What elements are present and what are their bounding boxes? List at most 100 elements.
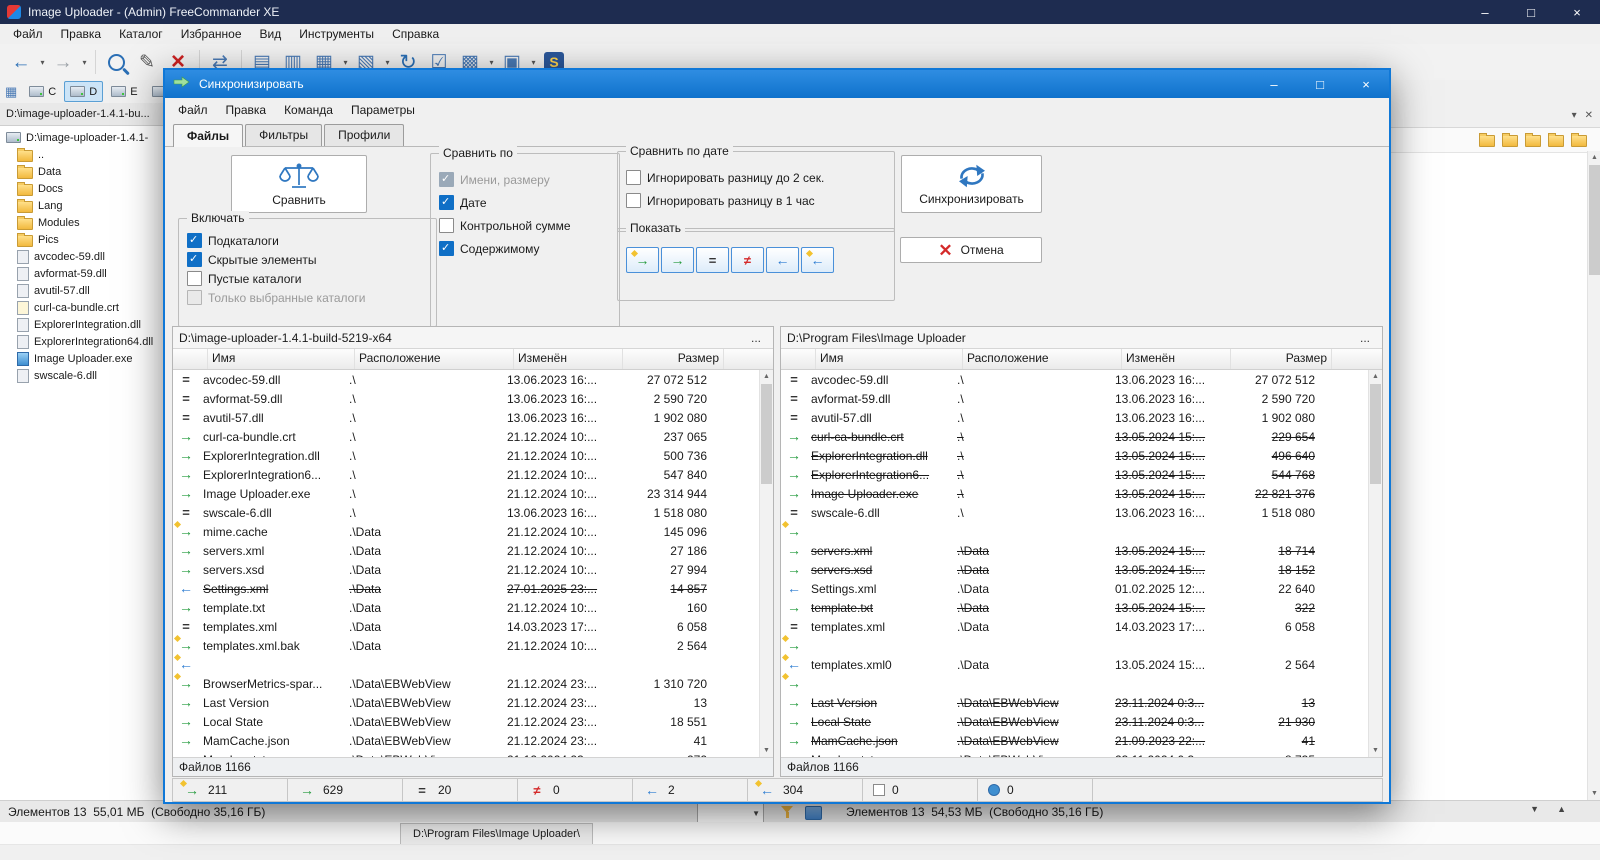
file-row[interactable]: → template.txt .\Data 21.12.2024 10:... 160 — [173, 598, 773, 617]
file-row[interactable]: → — [781, 634, 1382, 655]
show-left-button[interactable]: ← — [766, 247, 799, 273]
compare-by-checkbox-1[interactable] — [439, 195, 454, 210]
scroll-up-icon[interactable]: ▲ — [1369, 370, 1382, 383]
column-header-3[interactable]: Размер — [1231, 349, 1332, 369]
file-row[interactable]: = avcodec-59.dll .\ 13.06.2023 16:... 27 072… — [173, 370, 773, 389]
maximize-icon[interactable]: □ — [1508, 0, 1554, 24]
tree-item-Modules[interactable]: Modules — [0, 214, 163, 231]
toolbar-dropdown-icon[interactable]: ▾ — [382, 58, 393, 67]
browse-button[interactable]: ... — [1354, 331, 1376, 345]
favorite-folder-icon[interactable] — [1525, 133, 1541, 147]
file-row[interactable]: ← — [173, 653, 773, 674]
file-row[interactable]: → servers.xml .\Data 21.12.2024 10:... 27 18… — [173, 541, 773, 560]
file-row[interactable]: → servers.xml .\Data 13.05.2024 15:... 18 71… — [781, 541, 1382, 560]
file-row[interactable]: → Image Uploader.exe .\ 13.05.2024 15:... 22… — [781, 484, 1382, 503]
tree-item-swscale-6.dll[interactable]: swscale-6.dll — [0, 367, 163, 384]
scroll-thumb[interactable] — [1589, 165, 1600, 275]
show-left-new-button[interactable]: ← — [801, 247, 834, 273]
file-row[interactable]: → servers.xsd .\Data 21.12.2024 10:... 27 99… — [173, 560, 773, 579]
tree-item-ExplorerIntegration.dll[interactable]: ExplorerIntegration.dll — [0, 316, 163, 333]
tree-item-Lang[interactable]: Lang — [0, 197, 163, 214]
compare-by-checkbox-0[interactable] — [439, 172, 454, 187]
file-row[interactable]: → MamCache.json .\Data\EBWebView 21.09.2023… — [781, 731, 1382, 750]
tab-Фильтры[interactable]: Фильтры — [245, 124, 323, 146]
tree-item-avformat-59.dll[interactable]: avformat-59.dll — [0, 265, 163, 282]
scroll-down-icon[interactable]: ▼ — [760, 744, 773, 757]
toolbar-dropdown-icon[interactable]: ▾ — [37, 58, 48, 67]
show-right-button[interactable]: → — [661, 247, 694, 273]
right-pane-scrollbar[interactable]: ▲ ▼ — [1587, 151, 1600, 800]
panel-scrollbar[interactable]: ▲ ▼ — [759, 370, 773, 757]
file-row[interactable]: = swscale-6.dll .\ 13.06.2023 16:... 1 518 0… — [173, 503, 773, 522]
include-checkbox-0[interactable] — [187, 233, 202, 248]
toolbar-dropdown-icon[interactable]: ▾ — [340, 58, 351, 67]
file-row[interactable]: → Last Version .\Data\EBWebView 21.12.2024 … — [173, 693, 773, 712]
main-menu-item-4[interactable]: Вид — [251, 25, 291, 43]
drive-grid-icon[interactable]: ▦ — [5, 84, 17, 100]
compare-by-checkbox-3[interactable] — [439, 241, 454, 256]
include-checkbox-2[interactable] — [187, 271, 202, 286]
column-header-1[interactable]: Расположение — [355, 349, 514, 369]
synchronize-button[interactable]: Синхронизировать — [901, 155, 1042, 213]
dialog-minimize-icon[interactable]: – — [1251, 70, 1297, 98]
main-menu-item-6[interactable]: Справка — [383, 25, 448, 43]
toolbar-forward-icon[interactable]: → — [48, 47, 78, 77]
file-row[interactable]: = templates.xml .\Data 14.03.2023 17:... 6 0… — [173, 617, 773, 636]
cancel-button[interactable]: ✕ Отмена — [900, 237, 1042, 263]
show-not-equal-button[interactable]: ≠ — [731, 247, 764, 273]
file-row[interactable]: ← templates.xml0 .\Data 13.05.2024 15:... 2 … — [781, 653, 1382, 674]
file-row[interactable]: → Local State .\Data\EBWebView 23.11.2024 0… — [781, 712, 1382, 731]
compare-by-checkbox-2[interactable] — [439, 218, 454, 233]
file-row[interactable]: = avformat-59.dll .\ 13.06.2023 16:... 2 590… — [173, 389, 773, 408]
file-row[interactable]: → ExplorerIntegration.dll .\ 21.12.2024 10:… — [173, 446, 773, 465]
column-header-2[interactable]: Изменён — [514, 349, 623, 369]
left-panel-path[interactable]: D:\image-uploader-1.4.1-build-5219-x64 .… — [173, 327, 773, 349]
file-row[interactable]: → Local State .\Data\EBWebView 21.12.2024 2… — [173, 712, 773, 731]
file-row[interactable]: → mime.cache .\Data 21.12.2024 10:... 145 09… — [173, 520, 773, 541]
tree-item-Image Uploader.exe[interactable]: Image Uploader.exe — [0, 350, 163, 367]
tab-Профили[interactable]: Профили — [324, 124, 405, 146]
tree-item-Docs[interactable]: Docs — [0, 180, 163, 197]
compare-date-checkbox-0[interactable] — [626, 170, 641, 185]
toolbar-edit-icon[interactable]: ✎ — [132, 47, 162, 77]
scroll-up-icon[interactable]: ▲ — [760, 370, 773, 383]
dialog-menu-item-1[interactable]: Правка — [217, 101, 276, 119]
toolbar-search-icon[interactable] — [101, 47, 131, 77]
tree-item-curl-ca-bundle.crt[interactable]: curl-ca-bundle.crt — [0, 299, 163, 316]
file-row[interactable]: → MamLog.txt.\Data\EBWebView23.11.2024 0:… — [781, 750, 1382, 757]
dialog-close-icon[interactable]: × — [1343, 70, 1389, 98]
main-menu-item-5[interactable]: Инструменты — [290, 25, 383, 43]
scroll-down-icon[interactable]: ▼ — [1369, 744, 1382, 757]
favorite-folder-icon[interactable] — [1479, 133, 1495, 147]
file-row[interactable]: = avutil-57.dll .\ 13.06.2023 16:... 1 902 0… — [173, 408, 773, 427]
tree-item-Pics[interactable]: Pics — [0, 231, 163, 248]
dialog-menu-item-0[interactable]: Файл — [169, 101, 217, 119]
file-row[interactable]: → Last Version .\Data\EBWebView 23.11.2024 … — [781, 693, 1382, 712]
file-row[interactable]: = avutil-57.dll .\ 13.06.2023 16:... 1 902 0… — [781, 408, 1382, 427]
main-menu-item-2[interactable]: Каталог — [110, 25, 172, 43]
toolbar-back-icon[interactable]: ← — [6, 47, 36, 77]
column-header-2[interactable]: Изменён — [1122, 349, 1231, 369]
scroll-up-icon[interactable]: ▲ — [1588, 151, 1600, 164]
file-row[interactable]: → BrowserMetrics-spar... .\Data\EBWebView 2… — [173, 672, 773, 693]
show-equal-button[interactable]: = — [696, 247, 729, 273]
file-row[interactable]: ← Settings.xml .\Data 27.01.2025 23:... 14 8… — [173, 579, 773, 598]
dialog-titlebar[interactable]: Синхронизировать – □ × — [165, 70, 1389, 98]
toolbar-dropdown-icon[interactable]: ▾ — [528, 58, 539, 67]
file-row[interactable]: ← Settings.xml .\Data 01.02.2025 12:... 22 6… — [781, 579, 1382, 598]
file-row[interactable]: = avcodec-59.dll .\ 13.06.2023 16:... 27 072… — [781, 370, 1382, 389]
dialog-menu-item-2[interactable]: Команда — [275, 101, 342, 119]
tree-item-..[interactable]: .. — [0, 146, 163, 163]
main-menu-item-0[interactable]: Файл — [4, 25, 52, 43]
toolbar-dropdown-icon[interactable]: ▾ — [79, 58, 90, 67]
drive-button-C[interactable]: C — [23, 81, 62, 102]
file-row[interactable]: → curl-ca-bundle.crt .\ 21.12.2024 10:... 23… — [173, 427, 773, 446]
panel-scrollbar[interactable]: ▲ ▼ — [1368, 370, 1382, 757]
scroll-thumb[interactable] — [761, 384, 772, 484]
file-row[interactable]: = swscale-6.dll .\ 13.06.2023 16:... 1 518 0… — [781, 503, 1382, 522]
file-row[interactable]: → servers.xsd .\Data 13.05.2024 15:... 18 15… — [781, 560, 1382, 579]
file-row[interactable]: → template.txt .\Data 13.05.2024 15:... 322 — [781, 598, 1382, 617]
compare-date-checkbox-1[interactable] — [626, 193, 641, 208]
file-row[interactable]: → curl-ca-bundle.crt .\ 13.05.2024 15:... 22… — [781, 427, 1382, 446]
close-icon[interactable]: × — [1554, 0, 1600, 24]
